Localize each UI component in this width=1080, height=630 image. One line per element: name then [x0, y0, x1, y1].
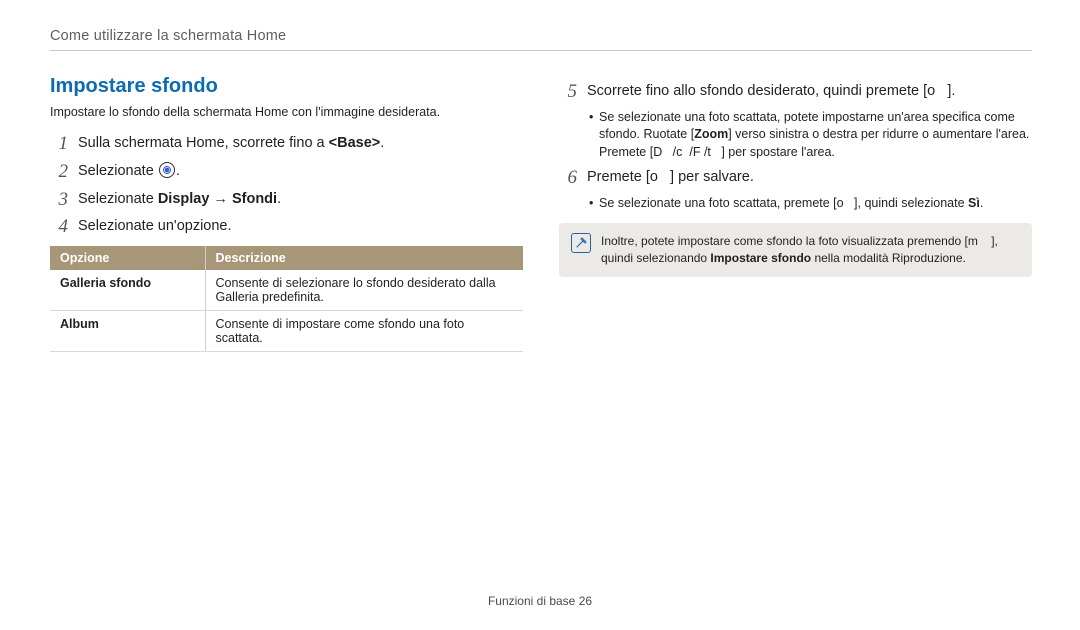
step-number: 1: [50, 133, 68, 155]
step-text: Selezionate .: [78, 161, 523, 182]
step-4: 4 Selezionate un'opzione.: [50, 216, 523, 238]
step-number: 4: [50, 216, 68, 238]
note-box: Inoltre, potete impostare come sfondo la…: [559, 223, 1032, 278]
step-number: 6: [559, 167, 577, 189]
step-6-sub: Se selezionate una foto scattata, premet…: [589, 195, 1032, 213]
step-number: 2: [50, 161, 68, 183]
options-table: Opzione Descrizione Galleria sfondo Cons…: [50, 246, 523, 352]
list-item: Se selezionate una foto scattata, potete…: [589, 109, 1032, 162]
step-5-sub: Se selezionate una foto scattata, potete…: [589, 109, 1032, 162]
step-text: Selezionate Display → Sfondi.: [78, 189, 523, 210]
col-header-option: Opzione: [50, 246, 205, 270]
steps-right: 5 Scorrete fino allo sfondo desiderato, …: [559, 81, 1032, 103]
step-1: 1 Sulla schermata Home, scorrete fino a …: [50, 133, 523, 155]
right-column: 5 Scorrete fino allo sfondo desiderato, …: [559, 75, 1032, 352]
note-text: Inoltre, potete impostare come sfondo la…: [601, 233, 1020, 268]
step-5: 5 Scorrete fino allo sfondo desiderato, …: [559, 81, 1032, 103]
table-row: Album Consente di impostare come sfondo …: [50, 311, 523, 352]
section-intro: Impostare lo sfondo della schermata Home…: [50, 104, 523, 121]
note-icon: [571, 233, 591, 253]
col-header-description: Descrizione: [205, 246, 523, 270]
table-row: Galleria sfondo Consente di selezionare …: [50, 270, 523, 311]
step-3: 3 Selezionate Display → Sfondi.: [50, 189, 523, 211]
option-desc: Consente di selezionare lo sfondo deside…: [205, 270, 523, 311]
divider: [50, 50, 1032, 51]
step-number: 5: [559, 81, 577, 103]
list-item: Se selezionate una foto scattata, premet…: [589, 195, 1032, 213]
step-text: Selezionate un'opzione.: [78, 216, 523, 237]
step-6: 6 Premete [o ] per salvare.: [559, 167, 1032, 189]
step-text: Premete [o ] per salvare.: [587, 167, 1032, 188]
step-number: 3: [50, 189, 68, 211]
step-2: 2 Selezionate .: [50, 161, 523, 183]
breadcrumb: Come utilizzare la schermata Home: [50, 28, 1032, 44]
option-name: Galleria sfondo: [50, 270, 205, 311]
step-text: Sulla schermata Home, scorrete fino a <B…: [78, 133, 523, 154]
steps-right-2: 6 Premete [o ] per salvare.: [559, 167, 1032, 189]
step-text: Scorrete fino allo sfondo desiderato, qu…: [587, 81, 1032, 102]
target-icon: [159, 162, 175, 178]
steps-left: 1 Sulla schermata Home, scorrete fino a …: [50, 133, 523, 238]
left-column: Impostare sfondo Impostare lo sfondo del…: [50, 75, 523, 352]
option-name: Album: [50, 311, 205, 352]
section-heading: Impostare sfondo: [50, 75, 523, 98]
page-footer: Funzioni di base 26: [0, 594, 1080, 608]
option-desc: Consente di impostare come sfondo una fo…: [205, 311, 523, 352]
